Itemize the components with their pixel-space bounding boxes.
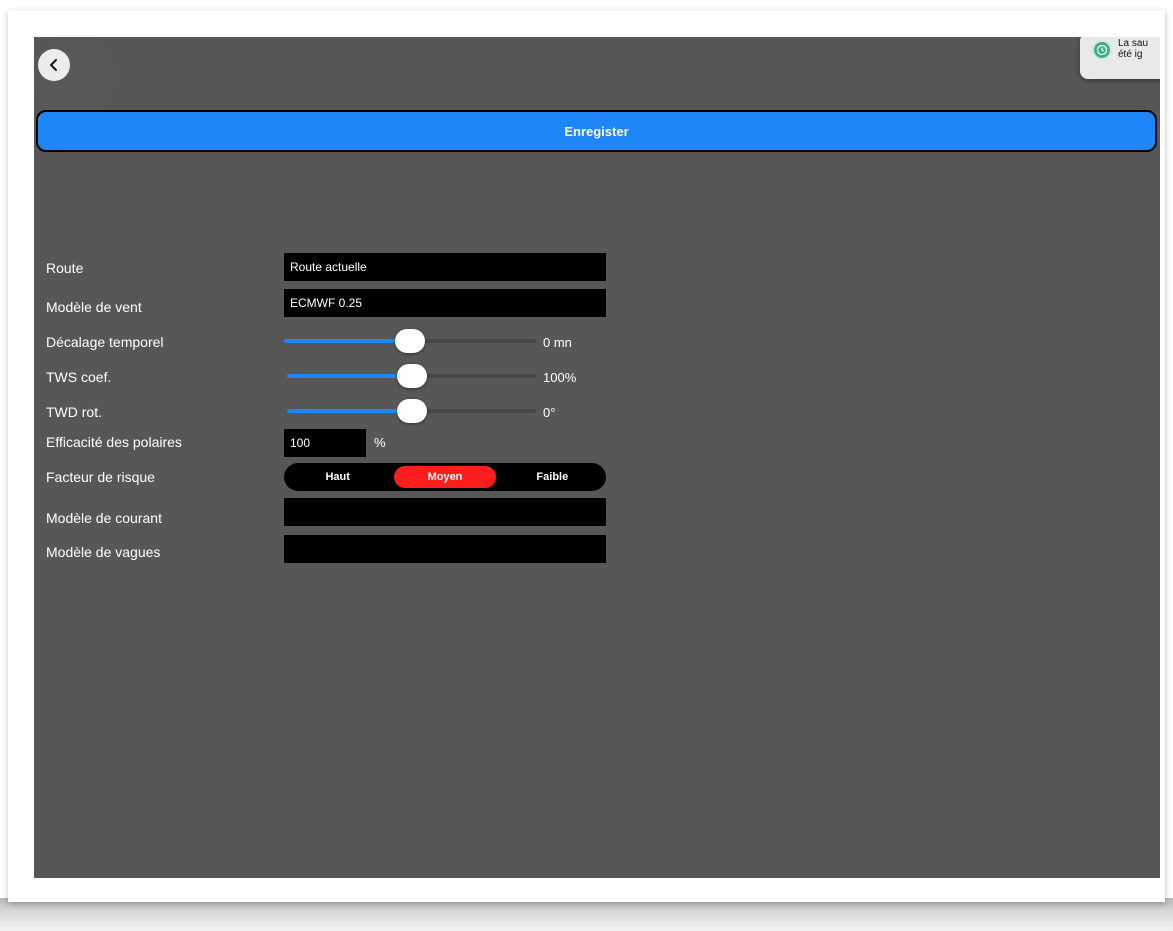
route-field[interactable]: Route actuelle	[284, 253, 606, 281]
twd-rot-value: 0°	[543, 405, 556, 420]
page-shadow	[0, 898, 1173, 931]
twd-rot-slider-fill	[287, 409, 412, 413]
tws-coef-slider-fill	[287, 374, 412, 378]
tws-coef-slider[interactable]	[287, 364, 536, 388]
app-screen: La sau été ig Enregister Route Route act…	[34, 37, 1160, 878]
save-button[interactable]: Enregister	[36, 110, 1157, 152]
wind-model-field[interactable]: ECMWF 0.25	[284, 289, 606, 317]
route-label: Route	[46, 260, 84, 276]
time-offset-value: 0 mn	[543, 335, 572, 350]
time-offset-label: Décalage temporel	[46, 334, 164, 350]
notification-toast[interactable]: La sau été ig	[1080, 37, 1160, 79]
current-model-label: Modèle de courant	[46, 510, 162, 526]
tws-coef-label: TWS coef.	[46, 369, 112, 385]
risk-option-moyen[interactable]: Moyen	[394, 466, 496, 488]
twd-rot-slider[interactable]	[287, 399, 536, 423]
risk-option-faible[interactable]: Faible	[502, 466, 603, 488]
polar-efficiency-label: Efficacité des polaires	[46, 434, 182, 450]
risk-factor-label: Facteur de risque	[46, 469, 155, 485]
polar-efficiency-unit: %	[374, 435, 386, 450]
twd-rot-label: TWD rot.	[46, 404, 102, 420]
clock-icon	[1092, 40, 1112, 60]
risk-factor-segmented-control: Haut Moyen Faible	[284, 463, 606, 491]
time-offset-slider-thumb[interactable]	[395, 329, 425, 353]
risk-option-haut[interactable]: Haut	[287, 466, 388, 488]
polar-efficiency-field[interactable]: 100	[284, 429, 366, 457]
tws-coef-slider-thumb[interactable]	[396, 364, 427, 388]
wave-model-label: Modèle de vagues	[46, 544, 161, 560]
time-offset-slider-fill	[284, 339, 410, 343]
back-button[interactable]	[38, 49, 70, 81]
wind-model-label: Modèle de vent	[46, 299, 142, 315]
chevron-left-icon	[50, 59, 57, 71]
tws-coef-value: 100%	[543, 370, 577, 385]
current-model-field[interactable]	[284, 498, 606, 526]
twd-rot-slider-thumb[interactable]	[396, 399, 427, 423]
wave-model-field[interactable]	[284, 535, 606, 563]
time-offset-slider[interactable]	[284, 329, 536, 353]
toast-message: La sau été ig	[1118, 38, 1149, 60]
